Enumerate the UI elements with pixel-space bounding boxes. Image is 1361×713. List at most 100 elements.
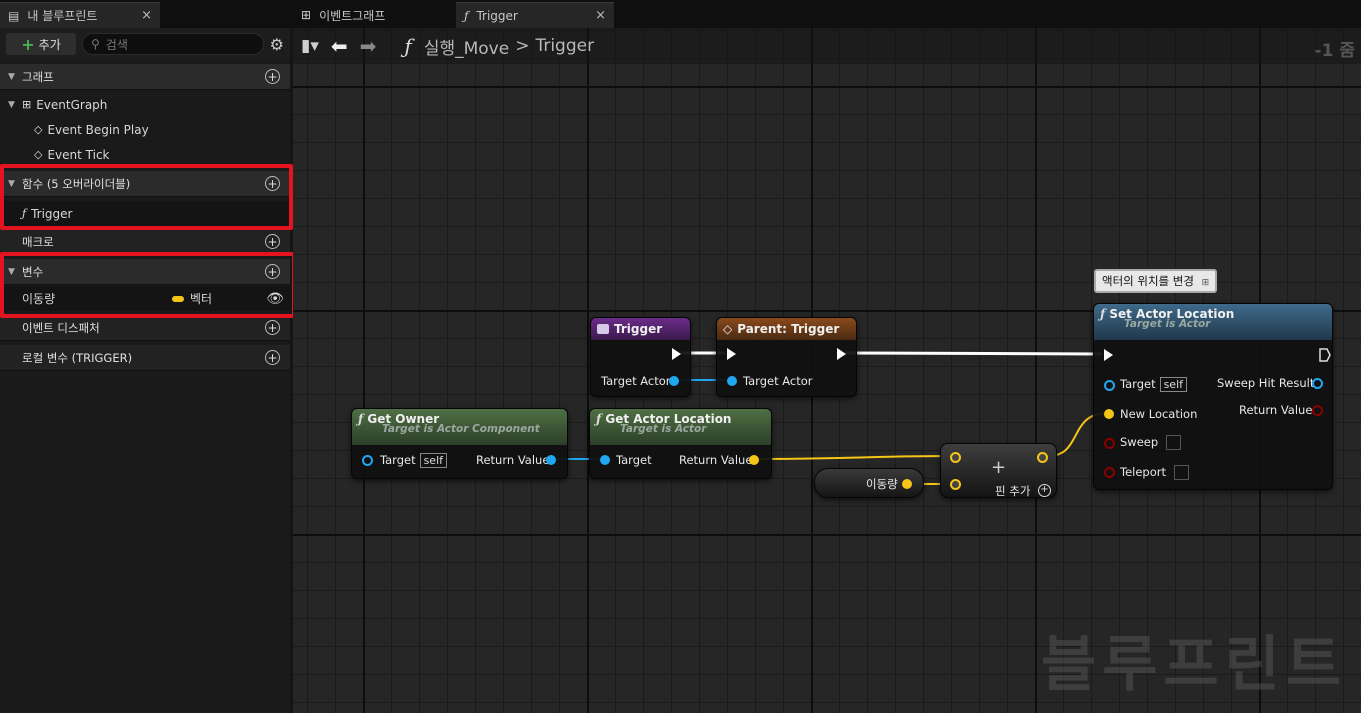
panel-toolbar: + 추가 ⚲ 검색 ⚙: [0, 28, 290, 60]
exec-in-pin[interactable]: [727, 348, 736, 360]
section-functions[interactable]: ▼ 함수 (5 오버라이더블) +: [0, 171, 290, 197]
tab-my-blueprint[interactable]: ▤ 내 블루프린트 ×: [0, 2, 160, 28]
tree-item-function-trigger[interactable]: ƒ Trigger: [0, 201, 290, 226]
section-graphs[interactable]: ▼ 그래프 +: [0, 64, 290, 90]
teleport-checkbox[interactable]: [1174, 465, 1189, 480]
add-circle-icon[interactable]: +: [1038, 484, 1051, 497]
graph-icon: ⊞: [22, 98, 32, 111]
add-circle-icon[interactable]: +: [265, 350, 280, 365]
section-functions-label: 함수 (5 오버라이더블): [22, 176, 131, 191]
pin-target-text: Target: [1120, 377, 1156, 391]
add-circle-icon[interactable]: +: [265, 69, 280, 84]
close-icon[interactable]: ×: [141, 8, 152, 23]
pin-teleport-text: Teleport: [1120, 465, 1166, 479]
pin-sweep-text: Sweep: [1120, 435, 1159, 449]
pin-target-actor-label: Target Actor: [743, 374, 813, 388]
eye-icon[interactable]: 👁: [266, 291, 284, 307]
graph-canvas[interactable]: ▮▾ ⬅ ➡ ƒ 실행_Move > Trigger -1 줌 Trigger …: [293, 28, 1361, 713]
add-button[interactable]: + 추가: [6, 33, 76, 55]
pin-return-value-label: Return Value: [679, 453, 753, 467]
node-set-actor-location[interactable]: ƒ Set Actor Location Target is Actor Tar…: [1093, 303, 1333, 490]
vector-out-pin[interactable]: [749, 455, 759, 465]
pin-target-actor-label: Target Actor: [601, 374, 671, 388]
vector-type-icon: [172, 295, 184, 302]
sweep-checkbox[interactable]: [1166, 435, 1182, 450]
exec-out-pin[interactable]: [672, 348, 681, 360]
add-circle-icon[interactable]: +: [265, 234, 280, 249]
object-in-pin[interactable]: [362, 455, 373, 466]
self-input[interactable]: self: [1159, 377, 1188, 392]
section-event-dispatchers-label: 이벤트 디스패처: [22, 320, 100, 335]
add-circle-icon[interactable]: +: [265, 264, 280, 279]
caret-down-icon: ▼: [8, 266, 15, 277]
vector-in-pin[interactable]: [950, 479, 961, 490]
section-variables[interactable]: ▼ 변수 +: [0, 259, 290, 285]
gear-icon[interactable]: ⚙: [270, 35, 284, 54]
caret-down-icon: ▼: [8, 71, 15, 82]
node-get-actor-location[interactable]: ƒ Get Actor Location Target is Actor Tar…: [589, 408, 772, 479]
add-circle-icon[interactable]: +: [265, 176, 280, 191]
section-macros[interactable]: 매크로 +: [0, 229, 290, 255]
pin-target-label: Target: [616, 453, 652, 467]
node-parent-trigger-title: Parent: Trigger: [737, 322, 840, 336]
pin-icon[interactable]: ⊞: [1202, 278, 1210, 288]
comment-bubble[interactable]: 액터의 위치를 변경 ⊞: [1094, 269, 1218, 293]
node-set-actor-location-header: ƒ Set Actor Location Target is Actor: [1094, 304, 1332, 340]
plus-icon: +: [21, 34, 35, 54]
event-diamond-icon: ◇: [34, 148, 43, 161]
node-trigger-title: Trigger: [614, 322, 663, 336]
tab-bar: ▤ 내 블루프린트 × ⊞ 이벤트그래프 ƒ Trigger ×: [0, 0, 1361, 28]
exec-out-outline-icon: [1319, 348, 1331, 362]
pin-sweep-hit-result-label: Sweep Hit Result: [1217, 376, 1315, 390]
object-in-pin[interactable]: [727, 376, 737, 386]
pin-new-location-label: New Location: [1120, 407, 1198, 421]
vector-in-pin[interactable]: [950, 452, 961, 463]
search-input[interactable]: ⚲ 검색: [82, 33, 264, 55]
function-icon: ƒ: [464, 8, 469, 23]
tree-item-event-begin-play-label: Event Begin Play: [47, 122, 149, 137]
event-diamond-icon: ◇: [34, 123, 43, 136]
bool-in-pin[interactable]: [1104, 438, 1115, 449]
add-pin-label[interactable]: 핀 추가: [995, 483, 1030, 499]
node-trigger[interactable]: Trigger Target Actor: [590, 317, 691, 397]
tree-item-event-tick[interactable]: ◇ Event Tick: [0, 142, 290, 167]
vector-in-pin[interactable]: [1104, 409, 1114, 419]
node-variable-get[interactable]: 이동량: [814, 468, 924, 498]
node-set-actor-location-subtitle: Target is Actor: [1124, 318, 1211, 330]
exec-in-pin[interactable]: [1104, 349, 1113, 361]
node-get-owner[interactable]: ƒ Get Owner Target is Actor Component Ta…: [351, 408, 568, 479]
object-in-pin[interactable]: [1104, 380, 1115, 391]
comment-text: 액터의 위치를 변경: [1102, 274, 1194, 288]
struct-out-pin[interactable]: [1312, 378, 1323, 389]
tab-event-graph[interactable]: ⊞ 이벤트그래프: [293, 2, 453, 28]
section-local-variables[interactable]: 로컬 변수 (TRIGGER) +: [0, 345, 290, 371]
tree-item-event-begin-play[interactable]: ◇ Event Begin Play: [0, 117, 290, 142]
close-icon[interactable]: ×: [595, 8, 606, 23]
add-circle-icon[interactable]: +: [265, 320, 280, 335]
exec-out-pin[interactable]: [1312, 348, 1331, 362]
section-event-dispatchers[interactable]: 이벤트 디스패처 +: [0, 315, 290, 341]
object-out-pin[interactable]: [546, 455, 556, 465]
node-get-owner-subtitle: Target is Actor Component: [382, 423, 540, 435]
variable-item[interactable]: 이동량 벡터 👁: [0, 286, 290, 311]
add-button-label: 추가: [38, 37, 61, 52]
vector-out-pin[interactable]: [902, 479, 912, 489]
self-input[interactable]: self: [419, 453, 448, 468]
exec-wire: [844, 351, 1103, 356]
variable-name: 이동량: [22, 292, 56, 306]
bool-in-pin[interactable]: [1104, 467, 1115, 478]
tree-item-eventgraph[interactable]: ▼ ⊞ EventGraph: [0, 92, 290, 117]
object-in-pin[interactable]: [600, 455, 610, 465]
node-add[interactable]: + 핀 추가 +: [940, 443, 1057, 498]
exec-out-pin[interactable]: [837, 348, 846, 360]
pin-target-label: Target self: [1120, 377, 1188, 392]
tree-item-event-tick-label: Event Tick: [47, 147, 110, 162]
object-out-pin[interactable]: [669, 376, 679, 386]
tab-trigger[interactable]: ƒ Trigger ×: [456, 2, 614, 28]
section-local-variables-label: 로컬 변수 (TRIGGER): [22, 350, 133, 365]
node-parent-trigger[interactable]: ◇ Parent: Trigger Target Actor: [716, 317, 857, 397]
pin-return-value-label: Return Value: [1239, 403, 1313, 417]
vector-out-pin[interactable]: [1037, 452, 1048, 463]
add-operator-symbol: +: [991, 457, 1007, 478]
struct-out-pin[interactable]: [1312, 405, 1323, 416]
